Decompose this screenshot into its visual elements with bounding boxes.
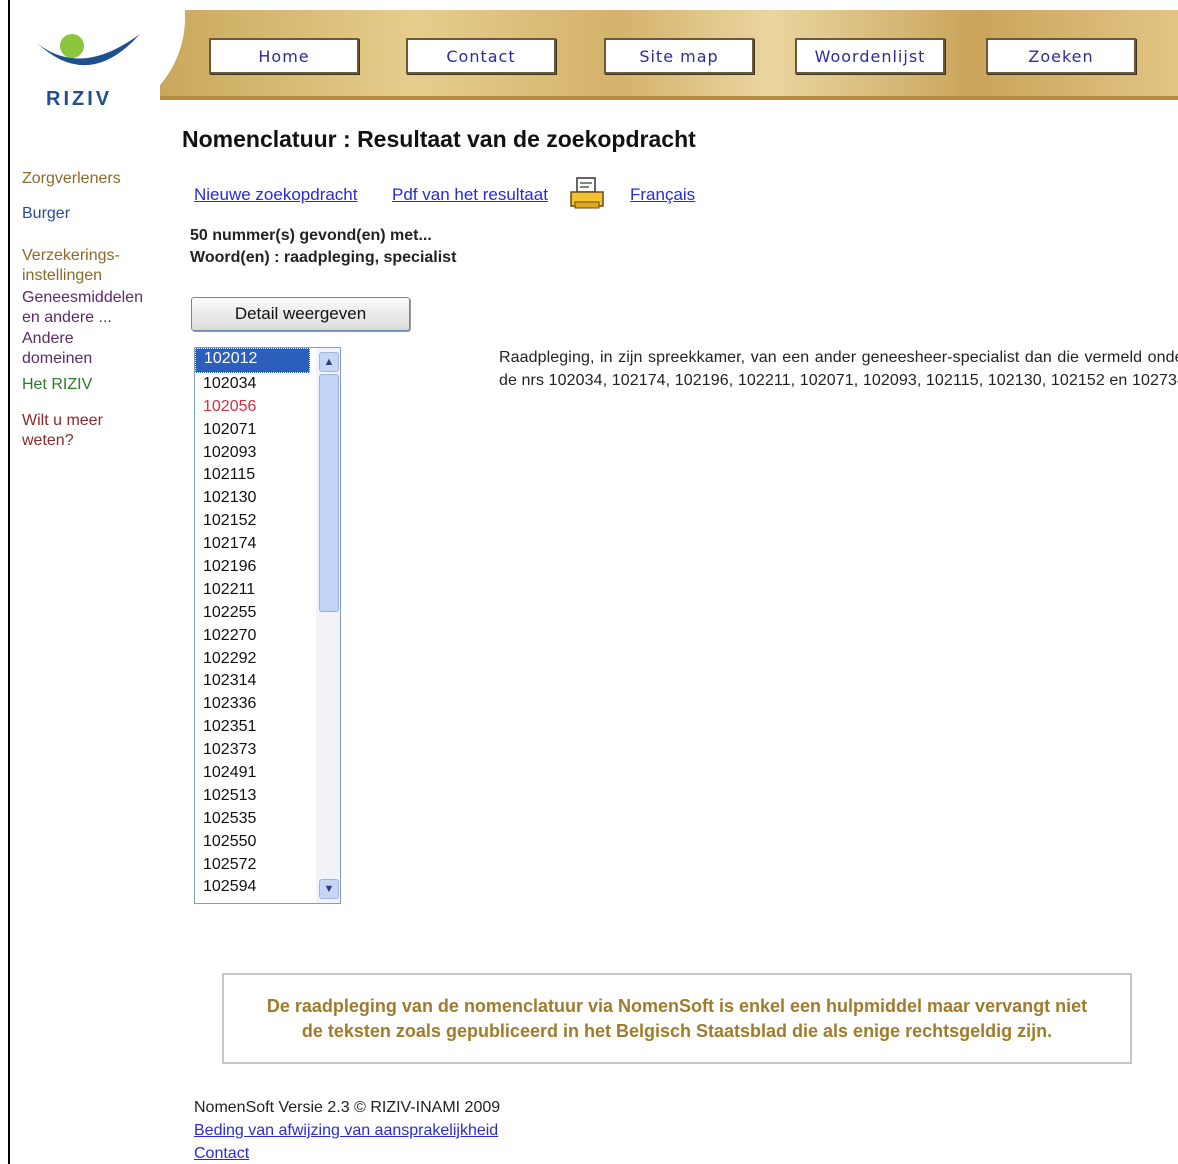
sidebar-item-burger[interactable]: Burger [22,204,70,224]
result-count: 50 nummer(s) gevond(en) met... [190,227,432,244]
list-item[interactable]: 102336 [195,693,308,716]
list-item[interactable]: 102152 [195,510,308,533]
code-description: Raadpleging, in zijn spreekkamer, van ee… [499,349,1178,389]
sidebar-item-wilt-u-meer-weten[interactable]: Wilt u meer weten? [22,411,103,451]
footer-version: NomenSoft Versie 2.3 © RIZIV-INAMI 2009 [194,1099,501,1116]
nav-home-button[interactable]: Home [209,38,359,74]
footer-disclaimer-link[interactable]: Beding van afwijzing van aansprakelijkhe… [194,1122,498,1140]
list-item[interactable]: 102513 [195,785,308,808]
list-item[interactable]: 102270 [195,625,308,648]
scroll-up-icon[interactable]: ▲ [319,352,339,372]
list-item[interactable]: 102196 [195,556,308,579]
sidebar-item-geneesmiddelen[interactable]: Geneesmiddelen en andere ... [22,288,143,328]
pdf-result-link[interactable]: Pdf van het resultaat [392,185,548,205]
list-item[interactable]: 102314 [195,670,308,693]
list-item[interactable]: 102130 [195,487,308,510]
nav-contact-button[interactable]: Contact [406,38,556,74]
nav-woordenlijst-button[interactable]: Woordenlijst [795,38,945,74]
code-listbox[interactable]: 102012 102034 102056 102071 102093 102115 1021… [194,347,341,904]
sidebar-item-verzekeringsinstellingen[interactable]: Verzekerings- instellingen [22,246,120,286]
scroll-down-icon[interactable]: ▼ [319,879,339,899]
listbox-scrollbar[interactable]: ▲ ▼ [316,348,340,903]
new-search-link[interactable]: Nieuwe zoekopdracht [194,185,357,205]
list-item[interactable]: 102211 [195,579,308,602]
list-item[interactable]: 102093 [195,442,308,465]
page-left-border [8,0,10,1164]
list-item[interactable]: 102255 [195,602,308,625]
list-item[interactable]: 102535 [195,808,308,831]
nav-sitemap-button[interactable]: Site map [604,38,754,74]
scroll-thumb[interactable] [319,374,339,612]
page-title: Nomenclatuur : Resultaat van de zoekopdr… [182,126,696,152]
detail-button[interactable]: Detail weergeven [191,297,410,331]
logo-text: RIZIV [46,88,113,110]
list-item[interactable]: 102012 [195,348,310,373]
riziv-logo[interactable]: RIZIV [10,10,185,128]
list-item[interactable]: 102491 [195,762,308,785]
nav-zoeken-button[interactable]: Zoeken [986,38,1136,74]
sidebar-item-het-riziv[interactable]: Het RIZIV [22,375,92,395]
sidebar-item-zorgverleners[interactable]: Zorgverleners [22,169,121,189]
list-item[interactable]: 102056 [195,396,308,419]
disclaimer-notice: De raadpleging van de nomenclatuur via N… [222,973,1132,1064]
footer-contact-link[interactable]: Contact [194,1145,249,1163]
search-words: Woord(en) : raadpleging, specialist [190,249,457,266]
list-item[interactable]: 102174 [195,533,308,556]
list-item[interactable]: 102594 [195,876,308,899]
language-francais-link[interactable]: Français [630,185,695,205]
list-item[interactable]: 102034 [195,373,308,396]
list-item[interactable]: 102550 [195,831,308,854]
list-item[interactable]: 102292 [195,648,308,671]
sidebar-item-andere-domeinen[interactable]: Andere domeinen [22,329,92,369]
list-item[interactable]: 102572 [195,854,308,877]
list-item[interactable]: 102115 [195,464,308,487]
list-item[interactable]: 102373 [195,739,308,762]
list-item[interactable]: 102351 [195,716,308,739]
list-item[interactable]: 102071 [195,419,308,442]
logo-mark-icon [36,34,140,66]
printer-icon[interactable] [569,176,605,210]
